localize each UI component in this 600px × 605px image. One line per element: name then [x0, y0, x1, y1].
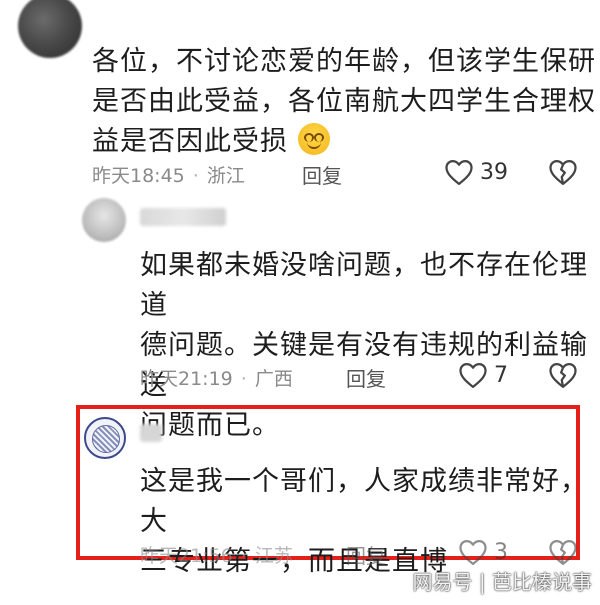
like-button[interactable]: 3	[458, 538, 508, 566]
dislike-button[interactable]	[548, 158, 578, 186]
broken-heart-icon	[549, 540, 577, 565]
university-seal-avatar[interactable]	[84, 417, 126, 459]
separator-dot: ·	[192, 165, 199, 187]
dislike-button[interactable]	[548, 538, 578, 566]
comment-location: 广西	[254, 368, 293, 390]
watermark: 网易号 | 芭比榛说事	[412, 570, 592, 594]
avatar[interactable]	[82, 198, 126, 242]
like-button[interactable]: 7	[458, 361, 508, 389]
broken-heart-icon	[549, 363, 577, 388]
like-count: 3	[494, 539, 508, 565]
comment-time: 昨天21:19	[140, 368, 233, 390]
comment-text: 各位，不讨论恋爱的年龄，但该学生保研 是否由此受益，各位南航大四学生合理权 益是…	[92, 42, 596, 162]
comment-line: 这是我一个哥们，人家成绩非常好，大	[140, 466, 588, 537]
comment-meta: 昨天21:19 · 广西	[140, 364, 293, 391]
avatar[interactable]	[18, 0, 82, 58]
dislike-button[interactable]	[548, 361, 578, 389]
comment-line: 如果都未婚没啥问题，也不存在伦理道	[140, 250, 588, 321]
comment-time: 昨天18:45	[92, 165, 185, 187]
username[interactable]	[140, 208, 226, 226]
reply-button[interactable]: 回复	[346, 540, 386, 569]
comment-location: 浙江	[206, 165, 245, 187]
username[interactable]	[140, 424, 162, 442]
comment-location: 江苏	[254, 545, 293, 567]
separator-dot: ·	[240, 545, 247, 567]
heart-outline-icon	[459, 540, 487, 565]
separator-dot: ·	[240, 368, 247, 390]
comment-time: 昨天21:56	[140, 545, 233, 567]
heart-outline-icon	[459, 363, 487, 388]
like-count: 7	[494, 362, 508, 388]
smiling-face-icon	[297, 123, 330, 155]
comment-line: 是否由此受益，各位南航大四学生合理权	[92, 86, 596, 117]
reply-button[interactable]: 回复	[346, 363, 386, 392]
broken-heart-icon	[549, 160, 577, 185]
comment-line: 益是否因此受损	[92, 122, 596, 162]
heart-outline-icon	[445, 160, 473, 185]
reply-button[interactable]: 回复	[302, 160, 342, 189]
comment-line: 各位，不讨论恋爱的年龄，但该学生保研	[92, 46, 596, 77]
comment-meta: 昨天21:56 · 江苏	[140, 541, 293, 568]
comment-meta: 昨天18:45 · 浙江	[92, 161, 245, 188]
like-button[interactable]: 39	[444, 158, 508, 186]
like-count: 39	[480, 159, 508, 185]
